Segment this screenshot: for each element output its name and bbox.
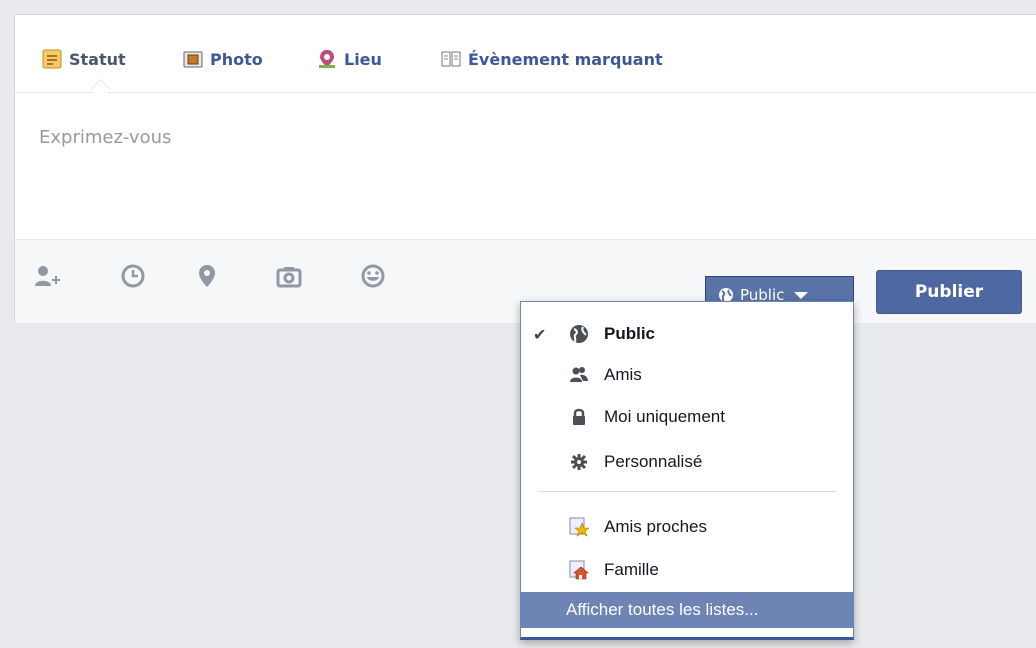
place-pin-icon <box>319 50 335 68</box>
privacy-option-famille[interactable]: Famille <box>521 550 853 590</box>
status-note-icon <box>42 49 62 69</box>
tab-evenement[interactable]: Évènement marquant <box>441 47 663 71</box>
tab-statut-label: Statut <box>69 49 126 69</box>
privacy-option-personnalise[interactable]: Personnalisé <box>521 442 853 482</box>
checkmark-icon: ✔ <box>533 327 547 344</box>
star-list-icon <box>569 517 589 537</box>
composer-tabs: Statut Photo Lieu Évènement marquant <box>15 15 1036 101</box>
privacy-option-moi-uniquement[interactable]: Moi uniquement <box>521 397 853 437</box>
friends-icon <box>570 367 588 382</box>
publish-button[interactable]: Publier <box>876 270 1022 314</box>
gear-icon <box>571 454 587 470</box>
privacy-option-label: Moi uniquement <box>604 407 725 426</box>
privacy-option-label: Public <box>604 324 656 343</box>
privacy-option-label: Famille <box>604 560 659 579</box>
life-event-book-icon <box>441 51 461 67</box>
privacy-option-label: Amis proches <box>604 517 707 536</box>
tab-lieu-label: Lieu <box>344 49 382 69</box>
house-list-icon <box>569 560 589 580</box>
tab-evenement-label: Évènement marquant <box>468 49 663 69</box>
show-all-lists-item[interactable]: Afficher toutes les listes... <box>521 592 853 628</box>
tab-statut[interactable]: Statut <box>42 47 126 71</box>
active-tab-caret <box>89 78 112 101</box>
status-composer: Statut Photo Lieu Évènement marquant Exp… <box>14 14 1036 323</box>
smiley-icon[interactable] <box>359 262 387 290</box>
clock-icon[interactable] <box>119 262 147 290</box>
privacy-option-amis-proches[interactable]: Amis proches <box>521 507 853 547</box>
privacy-option-label: Personnalisé <box>604 452 703 471</box>
status-input-placeholder: Exprimez-vous <box>39 127 172 148</box>
privacy-option-public[interactable]: ✔ Public <box>521 314 853 354</box>
lock-icon <box>573 408 585 425</box>
privacy-option-amis[interactable]: Amis <box>521 355 853 395</box>
show-all-lists-label: Afficher toutes les listes... <box>566 600 759 619</box>
location-pin-icon[interactable] <box>193 262 221 290</box>
privacy-option-label: Amis <box>604 365 642 384</box>
tab-photo[interactable]: Photo <box>183 47 263 71</box>
tab-photo-label: Photo <box>210 49 263 69</box>
tag-friends-icon[interactable] <box>33 262 61 290</box>
camera-icon[interactable] <box>275 262 303 290</box>
photo-icon <box>183 51 203 68</box>
chevron-down-icon <box>794 291 809 299</box>
privacy-dropdown-menu: ✔ Public Amis Moi uniquement Personnalis… <box>520 301 854 640</box>
menu-divider <box>537 491 837 492</box>
publish-button-label: Publier <box>914 282 984 302</box>
globe-icon <box>570 325 588 343</box>
tab-lieu[interactable]: Lieu <box>317 47 382 71</box>
status-input[interactable]: Exprimez-vous <box>39 127 171 148</box>
